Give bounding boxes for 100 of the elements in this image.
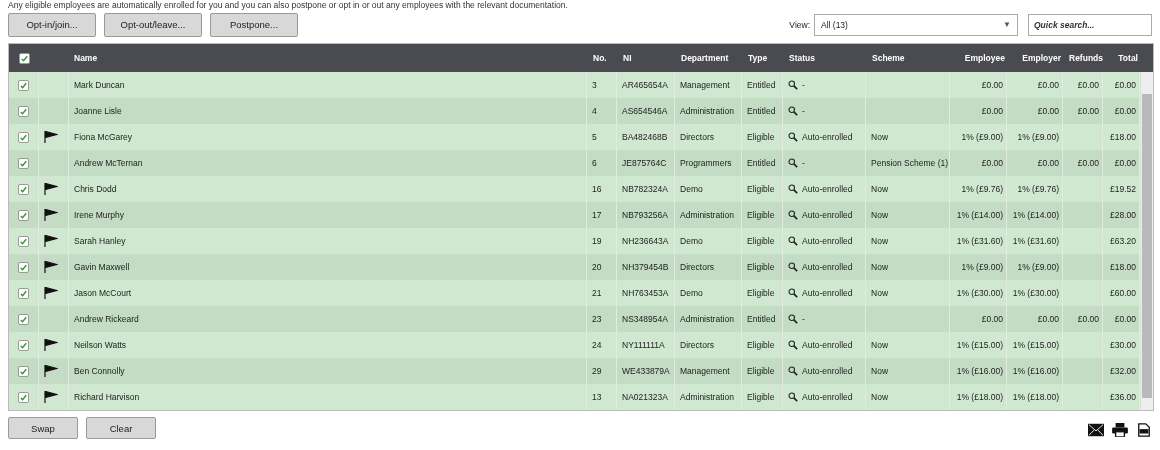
column-header[interactable]: Employer: [1022, 53, 1061, 63]
table-cell: £0.00: [981, 314, 1003, 324]
search-icon[interactable]: [788, 288, 798, 298]
table-cell: Demo: [680, 184, 703, 194]
table-cell: NH236643A: [622, 236, 669, 246]
footer-button[interactable]: Swap: [8, 417, 78, 439]
row-checkbox[interactable]: [18, 105, 29, 117]
document-icon[interactable]: [1136, 423, 1152, 437]
table-cell: Eligible: [747, 340, 775, 350]
table-row[interactable]: Andrew Rickeard 23 NS348954A Administration Entitled - £0.00 £0.00 £0.00 £0.00: [9, 306, 1140, 332]
search-icon[interactable]: [788, 158, 798, 168]
row-checkbox[interactable]: [18, 287, 29, 299]
row-checkbox[interactable]: [18, 209, 29, 221]
row-checkbox[interactable]: [18, 79, 29, 91]
table-row[interactable]: Sarah Hanley 19 NH236643A Demo Eligible Auto-enrolled Now 1% (£31.60) 1% (£31.60) £63.20: [9, 228, 1140, 254]
row-checkbox[interactable]: [18, 313, 29, 325]
column-header[interactable]: Employee: [964, 53, 1005, 63]
action-button[interactable]: Opt-in/join...: [8, 12, 96, 37]
table-cell: AS654546A: [622, 106, 668, 116]
row-checkbox[interactable]: [18, 183, 29, 195]
scrollbar-thumb[interactable]: [1142, 94, 1152, 398]
table-row[interactable]: Mark Duncan 3 AR465654A Management Entitled - £0.00 £0.00 £0.00 £0.00: [9, 72, 1140, 98]
table-cell: Auto-enrolled: [802, 392, 853, 402]
table-cell: Auto-enrolled: [802, 236, 853, 246]
view-dropdown[interactable]: All (13) ▼: [814, 13, 1018, 36]
action-button[interactable]: Opt-out/leave...: [104, 12, 202, 37]
row-checkbox[interactable]: [18, 365, 29, 377]
table-cell: £19.52: [1110, 184, 1136, 194]
search-icon[interactable]: [788, 236, 798, 246]
table-cell: Auto-enrolled: [802, 210, 853, 220]
search-field[interactable]: Quick search...: [1028, 13, 1152, 36]
table-row[interactable]: Ben Connolly 29 WE433879A Management Eligible Auto-enrolled Now 1% (£16.00) 1% (£16.00) £32.00: [9, 358, 1140, 384]
column-header[interactable]: Total: [1118, 53, 1138, 63]
table-cell: £0.00: [1037, 158, 1059, 168]
table-cell: -: [802, 158, 805, 168]
footer-button[interactable]: Clear: [86, 417, 156, 439]
search-icon[interactable]: [788, 366, 798, 376]
table-cell: 1% (£16.00): [1012, 366, 1059, 376]
search-icon[interactable]: [788, 392, 798, 402]
table-cell: 5: [592, 132, 597, 142]
search-icon[interactable]: [788, 262, 798, 272]
row-checkbox[interactable]: [18, 131, 29, 143]
table-cell: NB793256A: [622, 210, 668, 220]
row-checkbox[interactable]: [18, 235, 29, 247]
table-cell: 1% (£31.60): [1012, 236, 1059, 246]
column-header[interactable]: Status: [789, 53, 815, 63]
table-cell: Auto-enrolled: [802, 184, 853, 194]
table-cell: BA482468B: [622, 132, 668, 142]
column-header[interactable]: Refunds: [1069, 53, 1103, 63]
search-icon[interactable]: [788, 132, 798, 142]
table-cell: £0.00: [1077, 80, 1099, 90]
table-row[interactable]: Jason McCourt 21 NH763453A Demo Eligible Auto-enrolled Now 1% (£30.00) 1% (£30.00) £60.00: [9, 280, 1140, 306]
table-cell: 1% (£9.00): [1017, 132, 1059, 142]
table-cell: Eligible: [747, 262, 775, 272]
table-cell: Gavin Maxwell: [74, 262, 130, 272]
table-cell: £0.00: [1114, 80, 1136, 90]
table-row[interactable]: Irene Murphy 17 NB793256A Administration Eligible Auto-enrolled Now 1% (£14.00) 1% (£14.00) £28.00: [9, 202, 1140, 228]
action-button[interactable]: Postpone...: [210, 12, 298, 37]
table-cell: 1% (£14.00): [956, 210, 1003, 220]
select-all-checkbox[interactable]: [18, 52, 30, 64]
table-cell: £0.00: [1037, 80, 1059, 90]
column-header[interactable]: No.: [593, 53, 607, 63]
table-cell: 3: [592, 80, 597, 90]
table-row[interactable]: Joanne Lisle 4 AS654546A Administration Entitled - £0.00 £0.00 £0.00 £0.00: [9, 98, 1140, 124]
table-row[interactable]: Neilson Watts 24 NY111111A Directors Eligible Auto-enrolled Now 1% (£15.00) 1% (£15.00) £30.00: [9, 332, 1140, 358]
search-icon[interactable]: [788, 80, 798, 90]
envelope-icon[interactable]: [1088, 423, 1104, 437]
table-row[interactable]: Richard Harvison 13 NA021323A Administration Eligible Auto-enrolled Now 1% (£18.00) 1% (£18.00) £36.00: [9, 384, 1140, 410]
table-row[interactable]: Chris Dodd 16 NB782324A Demo Eligible Auto-enrolled Now 1% (£9.76) 1% (£9.76) £19.52: [9, 176, 1140, 202]
row-checkbox[interactable]: [18, 391, 29, 403]
search-icon[interactable]: [788, 184, 798, 194]
table-cell: £0.00: [981, 106, 1003, 116]
search-icon[interactable]: [788, 314, 798, 324]
search-icon[interactable]: [788, 210, 798, 220]
column-header[interactable]: Type: [748, 53, 768, 63]
row-checkbox[interactable]: [18, 339, 29, 351]
table-cell: 1% (£18.00): [956, 392, 1003, 402]
column-header[interactable]: Name: [74, 53, 98, 63]
column-header[interactable]: NI: [623, 53, 632, 63]
column-header[interactable]: Department: [681, 53, 729, 63]
table-cell: Now: [871, 184, 889, 194]
search-icon[interactable]: [788, 106, 798, 116]
search-icon[interactable]: [788, 340, 798, 350]
column-header[interactable]: Scheme: [872, 53, 905, 63]
table-cell: £28.00: [1110, 210, 1136, 220]
row-checkbox[interactable]: [18, 157, 29, 169]
table-cell: 19: [592, 236, 602, 246]
table-cell: Now: [871, 392, 889, 402]
table-cell: Now: [871, 288, 889, 298]
table-cell: Entitled: [747, 158, 776, 168]
table-cell: 24: [592, 340, 602, 350]
printer-icon[interactable]: [1112, 423, 1128, 437]
table-cell: £32.00: [1110, 366, 1136, 376]
table-cell: Auto-enrolled: [802, 132, 853, 142]
row-checkbox[interactable]: [18, 261, 29, 273]
table-row[interactable]: Fiona McGarey 5 BA482468B Directors Eligible Auto-enrolled Now 1% (£9.00) 1% (£9.00) £18.00: [9, 124, 1140, 150]
table-row[interactable]: Gavin Maxwell 20 NH379454B Directors Eligible Auto-enrolled Now 1% (£9.00) 1% (£9.00) £18.00: [9, 254, 1140, 280]
table-cell: Administration: [680, 392, 734, 402]
table-row[interactable]: Andrew McTernan 6 JE875764C Programmers Entitled - Pension Scheme (1) £0.00 £0.00 £0.00 £0.00: [9, 150, 1140, 176]
scrollbar[interactable]: [1140, 72, 1153, 410]
